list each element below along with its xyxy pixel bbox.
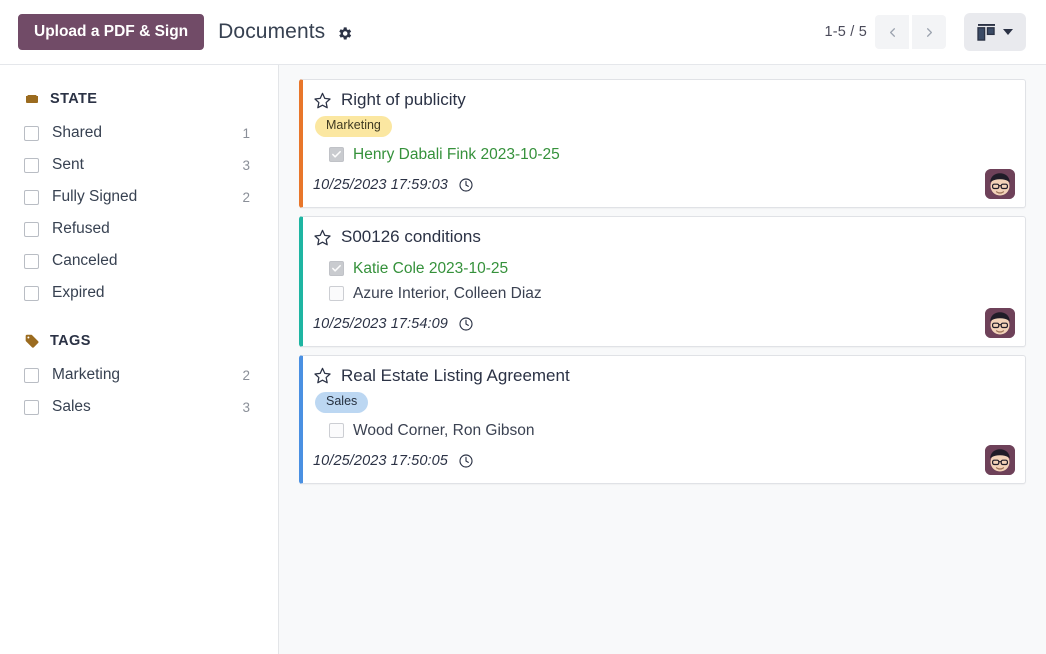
star-outline-icon[interactable]: [313, 366, 332, 385]
clock-icon: [458, 177, 474, 193]
sidebar-section-tags: TAGS Marketing 2 Sales 3: [18, 333, 260, 423]
sidebar-item-count: 2: [242, 368, 252, 383]
sidebar-section-title: TAGS: [50, 333, 91, 349]
user-avatar[interactable]: [985, 169, 1015, 199]
sidebar-item-label: Marketing: [52, 366, 242, 384]
pager: 1-5 / 5: [824, 15, 946, 49]
view-switcher-button[interactable]: [964, 13, 1026, 51]
tag-badge[interactable]: Marketing: [315, 116, 392, 137]
kanban-column: Right of publicity Marketing Henry Dabal…: [299, 79, 1026, 484]
signer-name: Katie Cole 2023-10-25: [353, 261, 508, 277]
checkbox-refused[interactable]: [24, 222, 39, 237]
signer-list: Henry Dabali Fink 2023-10-25: [329, 142, 1013, 167]
checkbox-marketing[interactable]: [24, 368, 39, 383]
checkbox-sales[interactable]: [24, 400, 39, 415]
user-avatar[interactable]: [985, 308, 1015, 338]
sidebar-item-shared[interactable]: Shared 1: [18, 117, 260, 149]
signer-list: Katie Cole 2023-10-25 Azure Interior, Co…: [329, 256, 1013, 306]
sidebar-item-canceled[interactable]: Canceled: [18, 245, 260, 277]
user-avatar[interactable]: [985, 445, 1015, 475]
sidebar-item-count: 2: [242, 190, 252, 205]
checkbox-canceled[interactable]: [24, 254, 39, 269]
card-date: 10/25/2023 17:54:09: [313, 316, 448, 332]
signer-list: Wood Corner, Ron Gibson: [329, 418, 1013, 443]
card-tags: Sales: [315, 392, 1013, 414]
checkbox-shared[interactable]: [24, 126, 39, 141]
card-title-row: Right of publicity: [313, 90, 1013, 110]
page-title: Documents: [218, 20, 325, 44]
sidebar-item-label: Shared: [52, 124, 242, 142]
sidebar-item-expired[interactable]: Expired: [18, 277, 260, 309]
card-footer: 10/25/2023 17:50:05: [313, 447, 1013, 475]
control-panel: Upload a PDF & Sign Documents 1-5 / 5: [0, 0, 1046, 64]
sidebar-item-fully-signed[interactable]: Fully Signed 2: [18, 181, 260, 213]
signer-row: Henry Dabali Fink 2023-10-25: [329, 142, 1013, 167]
sidebar-section-title: STATE: [50, 91, 97, 107]
gear-icon[interactable]: [334, 23, 354, 43]
breadcrumb: Documents: [218, 20, 354, 44]
chevron-right-icon[interactable]: [912, 15, 946, 49]
sidebar-item-label: Expired: [52, 284, 250, 302]
inbox-icon: [24, 91, 40, 107]
kanban-card[interactable]: Right of publicity Marketing Henry Dabal…: [299, 79, 1026, 208]
chevron-down-icon: [1003, 29, 1013, 35]
sidebar-item-label: Canceled: [52, 252, 250, 270]
card-title: S00126 conditions: [341, 227, 481, 247]
card-title-row: Real Estate Listing Agreement: [313, 366, 1013, 386]
tag-icon: [24, 333, 40, 349]
tag-badge[interactable]: Sales: [315, 392, 368, 413]
sidebar-item-sent[interactable]: Sent 3: [18, 149, 260, 181]
pager-buttons: [875, 15, 946, 49]
star-outline-icon[interactable]: [313, 228, 332, 247]
app-root: Upload a PDF & Sign Documents 1-5 / 5: [0, 0, 1046, 654]
sidebar-item-label: Sales: [52, 398, 242, 416]
sidebar-item-label: Fully Signed: [52, 188, 242, 206]
card-title-row: S00126 conditions: [313, 227, 1013, 247]
pager-count: 1-5 / 5: [824, 24, 867, 40]
kanban-card[interactable]: Real Estate Listing Agreement Sales Wood…: [299, 355, 1026, 484]
sidebar-section-state: STATE Shared 1 Sent 3 Fully Signed 2: [18, 91, 260, 309]
signer-checkbox-unchecked: [329, 423, 344, 438]
checkbox-sent[interactable]: [24, 158, 39, 173]
kanban-view-icon: [977, 24, 996, 41]
signer-row: Katie Cole 2023-10-25: [329, 256, 1013, 281]
signer-name: Azure Interior, Colleen Diaz: [353, 286, 542, 302]
search-panel-sidebar: STATE Shared 1 Sent 3 Fully Signed 2: [0, 65, 279, 654]
control-panel-right: 1-5 / 5: [824, 13, 1026, 51]
signer-name: Henry Dabali Fink 2023-10-25: [353, 147, 560, 163]
checkbox-expired[interactable]: [24, 286, 39, 301]
sidebar-section-header-tags[interactable]: TAGS: [18, 333, 260, 349]
checkbox-fully-signed[interactable]: [24, 190, 39, 205]
signer-name: Wood Corner, Ron Gibson: [353, 423, 535, 439]
upload-pdf-and-sign-button[interactable]: Upload a PDF & Sign: [18, 14, 204, 51]
signer-row: Wood Corner, Ron Gibson: [329, 418, 1013, 443]
sidebar-item-sales[interactable]: Sales 3: [18, 391, 260, 423]
sidebar-item-count: 1: [242, 126, 252, 141]
signer-row: Azure Interior, Colleen Diaz: [329, 281, 1013, 306]
signer-checkbox-unchecked: [329, 286, 344, 301]
body: STATE Shared 1 Sent 3 Fully Signed 2: [0, 64, 1046, 654]
card-date: 10/25/2023 17:59:03: [313, 177, 448, 193]
sidebar-item-refused[interactable]: Refused: [18, 213, 260, 245]
signer-checkbox-checked: [329, 147, 344, 162]
card-title: Real Estate Listing Agreement: [341, 366, 570, 386]
sidebar-item-label: Sent: [52, 156, 242, 174]
card-date: 10/25/2023 17:50:05: [313, 453, 448, 469]
clock-icon: [458, 453, 474, 469]
card-tags: Marketing: [315, 116, 1013, 138]
kanban-content: Right of publicity Marketing Henry Dabal…: [279, 65, 1046, 654]
card-footer: 10/25/2023 17:54:09: [313, 310, 1013, 338]
signer-checkbox-checked: [329, 261, 344, 276]
card-title: Right of publicity: [341, 90, 466, 110]
chevron-left-icon[interactable]: [875, 15, 909, 49]
sidebar-item-count: 3: [242, 400, 252, 415]
sidebar-item-marketing[interactable]: Marketing 2: [18, 359, 260, 391]
sidebar-item-count: 3: [242, 158, 252, 173]
sidebar-section-header-state[interactable]: STATE: [18, 91, 260, 107]
kanban-card[interactable]: S00126 conditions Katie Cole 2023-10-25 …: [299, 216, 1026, 346]
card-footer: 10/25/2023 17:59:03: [313, 171, 1013, 199]
star-outline-icon[interactable]: [313, 91, 332, 110]
sidebar-item-label: Refused: [52, 220, 250, 238]
clock-icon: [458, 316, 474, 332]
